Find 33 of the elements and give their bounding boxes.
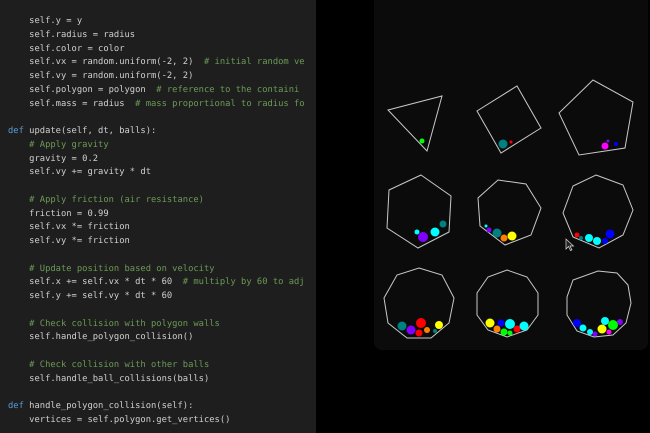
- code-line: self.x += self.vx * dt * 60 # multiply by 60 to adj: [28, 276, 306, 290]
- ball: [614, 142, 618, 146]
- polygon-outline: [387, 95, 443, 152]
- code-line: self.y += self.vy * dt * 60: [28, 290, 174, 303]
- code-line: friction = 0.99: [28, 208, 110, 220]
- code-line: def handle_polygon_collision(self):: [7, 400, 194, 413]
- code-line: # Apply friction (air resistance): [28, 194, 205, 207]
- code-line: self.radius = radius: [28, 28, 136, 42]
- code-line: gravity = 0.2: [28, 152, 100, 166]
- code-line: self.handle_ball_collisions(balls): [28, 372, 210, 386]
- polygon-outline: [477, 179, 542, 246]
- polygon-outline: [566, 270, 632, 338]
- polygon-outline: [383, 267, 455, 338]
- code-line: self.vy += gravity * dt: [28, 166, 152, 180]
- code-line: self.vy = random.uniform(-2, 2): [28, 70, 194, 83]
- cursor-icon: [566, 238, 574, 251]
- ball: [420, 138, 424, 144]
- code-line: self.vx *= friction: [28, 221, 131, 234]
- polygon-outline: [476, 269, 538, 338]
- code-line: # Check collision with polygon walls: [28, 318, 221, 330]
- code-line: self.color = color: [28, 42, 126, 56]
- code-line: self.polygon = polygon # reference to the containi: [28, 84, 300, 97]
- code-line: # Apply gravity: [28, 138, 110, 152]
- code-line: self.vx = random.uniform(-2, 2) # initial random ve: [28, 56, 306, 70]
- code-line: self.mass = radius # mass proportional to radius fo: [28, 98, 306, 110]
- code-line: def update(self, dt, balls):: [7, 125, 158, 138]
- code-line: # Update position based on velocity: [28, 262, 216, 276]
- polygon-outline: [476, 85, 542, 154]
- code-line: self.vy *= friction: [28, 235, 131, 248]
- code-line: vertices = self.polygon.get_vertices(): [28, 414, 232, 427]
- code-line: self.handle_polygon_collision(): [28, 331, 194, 344]
- code-line: # Check collision with other balls: [28, 358, 210, 372]
- code-line: self.y = y: [28, 15, 84, 28]
